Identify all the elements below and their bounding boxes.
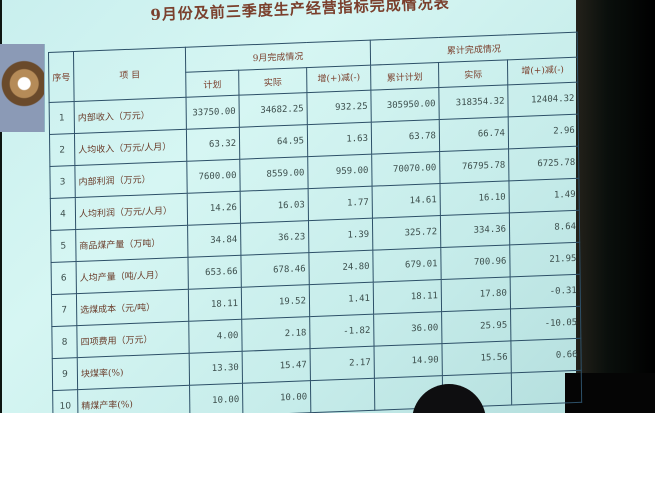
row-plan: 10.00 <box>189 383 243 413</box>
header-cum-actual: 实际 <box>438 59 508 88</box>
row-cum-plan: 18.11 <box>373 279 442 315</box>
row-number: 1 <box>49 101 75 135</box>
row-cum-actual: 76795.78 <box>439 148 509 184</box>
row-number: 3 <box>49 165 76 199</box>
row-plan: 34.84 <box>187 223 241 258</box>
row-cum-diff: 21.95 <box>509 242 581 277</box>
row-item: 精煤产率(%) <box>77 385 190 413</box>
row-item: 商品煤产量（万吨） <box>75 225 188 262</box>
row-item: 内部利润（万元） <box>74 161 188 198</box>
row-actual: 2.18 <box>241 316 311 352</box>
row-number: 10 <box>52 389 79 413</box>
row-cum-diff <box>511 370 582 405</box>
company-logo <box>0 44 45 132</box>
row-diff: 959.00 <box>307 154 373 189</box>
row-number: 7 <box>51 293 77 327</box>
row-actual: 34682.25 <box>238 92 308 128</box>
row-actual: 19.52 <box>241 284 310 320</box>
row-number: 9 <box>52 357 78 391</box>
row-plan: 14.26 <box>187 191 241 226</box>
row-cum-plan: 679.01 <box>372 247 442 283</box>
row-cum-diff: -0.31 <box>510 274 581 309</box>
row-number: 2 <box>49 133 75 167</box>
row-cum-plan: 305950.00 <box>370 87 440 123</box>
row-plan: 13.30 <box>189 351 243 386</box>
row-cum-actual: 25.95 <box>441 308 511 344</box>
row-cum-plan: 325.72 <box>372 215 441 251</box>
row-item: 人均收入（万元/人月） <box>74 129 187 166</box>
row-cum-diff: 8.64 <box>509 210 580 245</box>
header-diff: 增(+)减(-) <box>306 65 371 93</box>
row-plan: 7600.00 <box>186 159 241 194</box>
row-diff: -1.82 <box>309 314 375 349</box>
table-body: 1 内部收入（万元） 33750.00 34682.25 932.25 305950.00… <box>49 82 582 413</box>
row-diff: 1.63 <box>307 122 372 157</box>
row-cum-actual: 66.74 <box>439 116 509 152</box>
row-cum-diff: 2.96 <box>508 114 579 149</box>
header-plan: 计划 <box>185 70 239 98</box>
row-cum-plan: 70070.00 <box>371 151 441 187</box>
row-cum-diff: 1.49 <box>508 178 580 213</box>
row-actual: 10.00 <box>242 380 311 413</box>
row-actual: 678.46 <box>240 252 310 288</box>
row-cum-actual: 16.10 <box>440 180 510 216</box>
row-actual: 15.47 <box>242 348 311 384</box>
row-plan: 4.00 <box>188 319 243 354</box>
row-number: 5 <box>50 229 77 263</box>
row-cum-actual: 17.80 <box>441 276 511 312</box>
row-cum-plan: 36.00 <box>373 311 442 347</box>
row-cum-diff: -10.05 <box>510 306 581 341</box>
row-item: 人均利润（万元/人月） <box>75 193 188 230</box>
row-cum-diff: 6725.78 <box>508 146 579 181</box>
row-item: 选煤成本（元/吨） <box>76 289 189 326</box>
row-cum-actual: 334.36 <box>440 212 510 248</box>
row-number: 6 <box>51 261 77 295</box>
row-cum-plan: 14.90 <box>374 343 443 379</box>
row-diff: 2.17 <box>310 346 375 381</box>
row-item: 四项费用（万元） <box>76 321 190 358</box>
header-cum-diff: 增(+)减(-) <box>507 57 578 85</box>
row-item: 块煤率(%) <box>77 353 190 390</box>
row-actual: 36.23 <box>240 220 309 256</box>
row-diff <box>310 378 375 413</box>
row-diff: 1.39 <box>308 218 373 253</box>
row-cum-actual: 15.56 <box>441 340 512 376</box>
blank-area <box>0 413 655 491</box>
row-actual: 8559.00 <box>239 156 309 192</box>
row-actual: 64.95 <box>239 124 308 160</box>
row-cum-diff: 0.66 <box>510 338 582 373</box>
row-plan: 33750.00 <box>186 95 240 130</box>
header-actual: 实际 <box>238 67 307 96</box>
header-item: 项 目 <box>73 47 187 102</box>
row-cum-plan: 14.61 <box>372 183 441 219</box>
header-cum-plan: 累计计划 <box>370 62 439 91</box>
indicator-table: 序号 项 目 9月完成情况 累计完成情况 计划 实际 增(+)减(-) 累计计划… <box>48 32 582 413</box>
row-plan: 18.11 <box>188 287 242 322</box>
row-actual: 16.03 <box>240 188 309 224</box>
photo-region: 9月份及前三季度生产经营指标完成情况表 序号 项 目 9月完成情况 累计完成情况… <box>0 0 655 413</box>
row-cum-diff: 12404.32 <box>507 82 579 117</box>
row-cum-actual: 700.96 <box>440 244 511 280</box>
row-diff: 1.77 <box>308 186 373 221</box>
row-plan: 653.66 <box>187 255 242 290</box>
row-cum-plan: 63.78 <box>371 119 440 155</box>
row-item: 内部收入（万元） <box>74 97 187 134</box>
row-diff: 932.25 <box>306 90 372 125</box>
row-diff: 24.80 <box>308 250 374 285</box>
row-item: 人均产量（吨/人月） <box>76 257 189 294</box>
row-diff: 1.41 <box>309 282 374 317</box>
header-seq: 序号 <box>48 51 75 103</box>
row-number: 4 <box>50 197 76 231</box>
row-cum-actual: 318354.32 <box>438 84 509 120</box>
row-number: 8 <box>51 325 78 359</box>
row-plan: 63.32 <box>186 127 240 162</box>
dark-background <box>576 0 655 413</box>
